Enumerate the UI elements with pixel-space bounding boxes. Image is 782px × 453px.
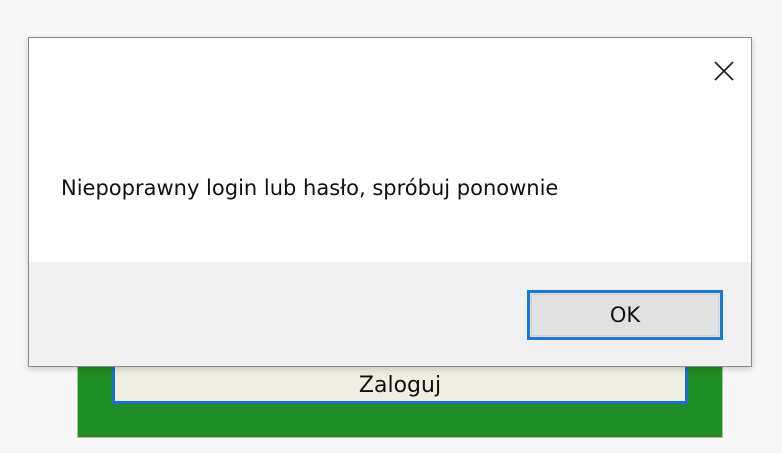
close-button[interactable] [709,56,739,86]
login-button[interactable]: Zaloguj [112,362,688,404]
message-dialog: Niepoprawny login lub hasło, spróbuj pon… [28,37,752,367]
ok-button[interactable]: OK [527,290,723,340]
close-icon [714,61,734,81]
dialog-message: Niepoprawny login lub hasło, spróbuj pon… [61,176,559,200]
dialog-button-bar: OK [29,262,751,366]
screen: Zaloguj Niepoprawny login lub hasło, spr… [0,0,782,453]
dialog-content: Niepoprawny login lub hasło, spróbuj pon… [29,38,751,262]
